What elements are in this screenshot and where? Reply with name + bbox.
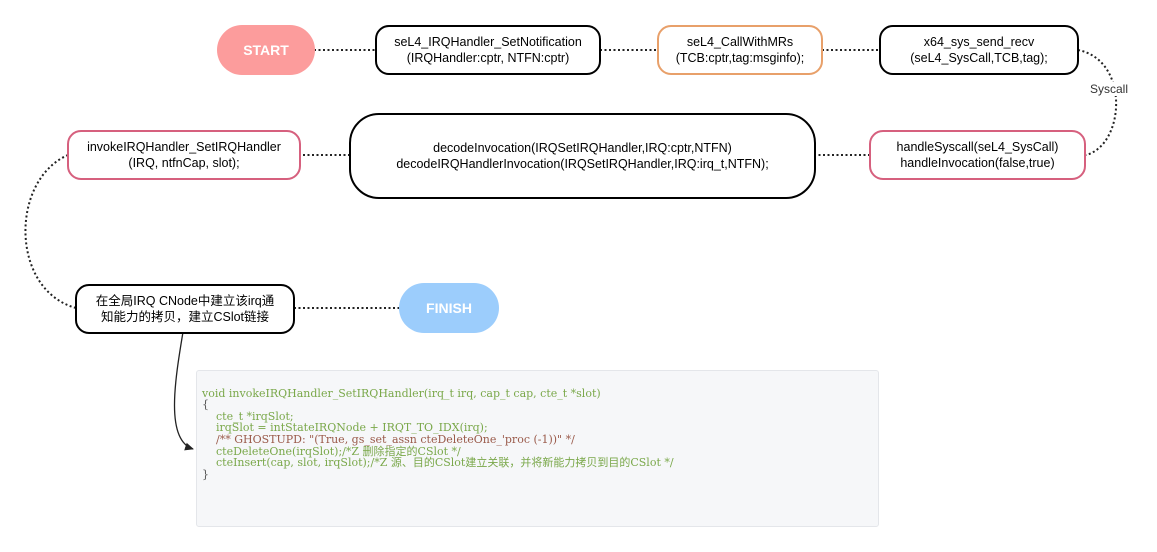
build-copy-line1: 在全局IRQ CNode中建立该irq通	[95, 294, 275, 308]
decode-invocation-line1: decodeInvocation(IRQSetIRQHandler,IRQ:cp…	[433, 141, 732, 155]
finish-label: FINISH	[426, 300, 472, 316]
set-notification-line2: (IRQHandler:cptr, NTFN:cptr)	[406, 51, 570, 65]
handle-syscall-node: handleSyscall(seL4_SysCall) handleInvoca…	[869, 130, 1086, 180]
invoke-handler-line2: (IRQ, ntfnCap, slot);	[128, 156, 240, 170]
send-recv-line2: (seL4_SysCall,TCB,tag);	[910, 51, 1048, 65]
set-notification-line1: seL4_IRQHandler_SetNotification	[394, 35, 582, 49]
edge-invoke-to-build	[24, 154, 77, 309]
call-with-mrs-node: seL4_CallWithMRs (TCB:cptr,tag:msginfo);	[657, 25, 823, 75]
decode-invocation-node: decodeInvocation(IRQSetIRQHandler,IRQ:cp…	[349, 113, 816, 199]
invoke-handler-node: invokeIRQHandler_SetIRQHandler (IRQ, ntf…	[67, 130, 301, 180]
call-with-mrs-line1: seL4_CallWithMRs	[686, 35, 794, 49]
code-snippet-panel: void invokeIRQHandler_SetIRQHandler(irq_…	[196, 370, 879, 527]
build-copy-line2: 知能力的拷贝，建立CSlot链接	[100, 310, 270, 324]
start-node: START	[217, 25, 315, 75]
syscall-edge-label: Syscall	[1089, 82, 1130, 96]
code-line-open-brace: {	[202, 398, 209, 412]
code-line-ghostupd-comment: /** GHOSTUPD: "(True, gs_set_assn cteDel…	[202, 432, 575, 446]
start-label: START	[243, 42, 289, 58]
edge-build-to-code	[173, 331, 194, 451]
finish-node: FINISH	[399, 283, 499, 333]
call-with-mrs-line2: (TCB:cptr,tag:msginfo);	[675, 51, 805, 65]
invoke-handler-line1: invokeIRQHandler_SetIRQHandler	[87, 140, 281, 154]
handle-syscall-line1: handleSyscall(seL4_SysCall)	[896, 140, 1059, 154]
decode-invocation-line2: decodeIRQHandlerInvocation(IRQSetIRQHand…	[396, 157, 769, 171]
handle-syscall-line2: handleInvocation(false,true)	[900, 156, 1055, 170]
code-line-cte-insert: cteInsert(cap, slot, irqSlot);/*Z 源、目的CS…	[202, 456, 674, 470]
code-line-signature: void invokeIRQHandler_SetIRQHandler(irq_…	[202, 386, 601, 400]
send-recv-node: x64_sys_send_recv (seL4_SysCall,TCB,tag)…	[879, 25, 1079, 75]
send-recv-line1: x64_sys_send_recv	[923, 35, 1035, 49]
build-copy-node: 在全局IRQ CNode中建立该irq通 知能力的拷贝，建立CSlot链接	[75, 284, 295, 334]
code-line-close-brace: }	[202, 467, 209, 481]
set-notification-node: seL4_IRQHandler_SetNotification (IRQHand…	[375, 25, 601, 75]
